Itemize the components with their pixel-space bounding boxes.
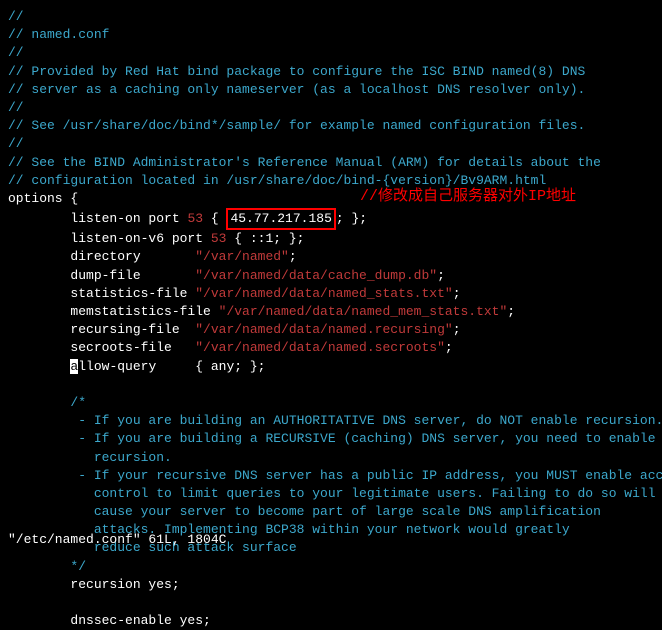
ip-highlight-box: 45.77.217.185 bbox=[226, 208, 335, 230]
secroots-line: secroots-file "/var/named/data/named.sec… bbox=[8, 339, 654, 357]
comment-line: // bbox=[8, 99, 654, 117]
comment-line: // See the BIND Administrator's Referenc… bbox=[8, 154, 654, 172]
vim-status-line: "/etc/named.conf" 61L, 1804C bbox=[8, 531, 226, 549]
block-comment-line: cause your server to become part of larg… bbox=[8, 503, 654, 521]
memstats-line: memstatistics-file "/var/named/data/name… bbox=[8, 303, 654, 321]
block-comment-line: recursion. bbox=[8, 449, 654, 467]
comment-line: // bbox=[8, 8, 654, 26]
comment-line: // Provided by Red Hat bind package to c… bbox=[8, 63, 654, 81]
empty-line bbox=[8, 594, 654, 612]
allow-query-line: allow-query { any; }; bbox=[8, 358, 654, 376]
annotation-text: //修改成自己服务器对外IP地址 bbox=[360, 186, 576, 207]
recursion-line: recursion yes; bbox=[8, 576, 654, 594]
comment-line: // See /usr/share/doc/bind*/sample/ for … bbox=[8, 117, 654, 135]
block-comment-line: - If your recursive DNS server has a pub… bbox=[8, 467, 654, 485]
comment-line: // server as a caching only nameserver (… bbox=[8, 81, 654, 99]
directory-line: directory "/var/named"; bbox=[8, 248, 654, 266]
block-comment-line: - If you are building an AUTHORITATIVE D… bbox=[8, 412, 654, 430]
block-comment-open: /* bbox=[8, 394, 654, 412]
block-comment-line: - If you are building a RECURSIVE (cachi… bbox=[8, 430, 654, 448]
listen-v6-line: listen-on-v6 port 53 { ::1; }; bbox=[8, 230, 654, 248]
dnssec-line: dnssec-enable yes; bbox=[8, 612, 654, 630]
stats-file-line: statistics-file "/var/named/data/named_s… bbox=[8, 285, 654, 303]
empty-line bbox=[8, 376, 654, 394]
comment-line: // bbox=[8, 44, 654, 62]
comment-line: // bbox=[8, 135, 654, 153]
block-comment-close: */ bbox=[8, 558, 654, 576]
dump-file-line: dump-file "/var/named/data/cache_dump.db… bbox=[8, 267, 654, 285]
listen-on-line: listen-on port 53 { 45.77.217.185; }; bbox=[8, 208, 654, 230]
recursing-line: recursing-file "/var/named/data/named.re… bbox=[8, 321, 654, 339]
comment-line: // named.conf bbox=[8, 26, 654, 44]
block-comment-line: control to limit queries to your legitim… bbox=[8, 485, 654, 503]
